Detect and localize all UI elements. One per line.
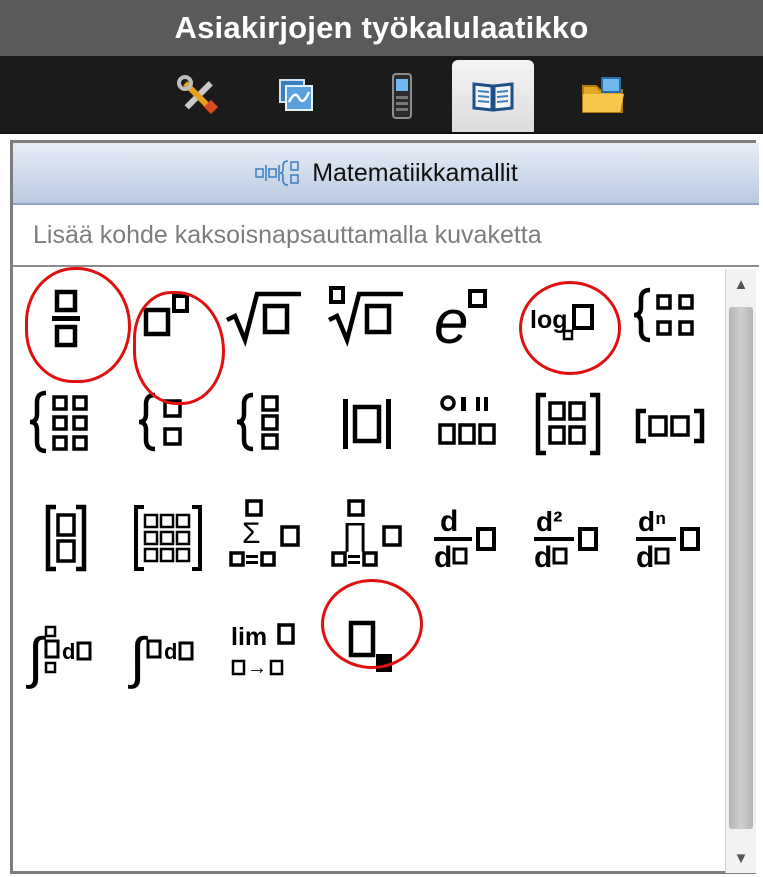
template-absolute-value[interactable] xyxy=(323,379,413,475)
integral2-glyph: ∫ xyxy=(128,626,148,689)
scrollbar-thumb[interactable] xyxy=(729,307,753,829)
handheld-icon xyxy=(392,73,412,119)
dx2-glyph: d xyxy=(534,541,552,574)
template-product[interactable]: ∏ xyxy=(323,491,413,587)
dn-glyph: dⁿ xyxy=(638,506,666,537)
folder-icon xyxy=(582,77,624,113)
toolbox-tab-bar xyxy=(0,56,763,134)
template-dms[interactable] xyxy=(423,379,513,475)
log-glyph: log xyxy=(530,306,568,334)
section-title: Matematiikkamallit xyxy=(312,158,518,187)
template-piecewise-n[interactable] xyxy=(21,379,111,475)
e-glyph: e xyxy=(434,288,468,357)
template-piecewise-2[interactable] xyxy=(625,269,715,365)
template-square-root[interactable] xyxy=(218,269,308,365)
template-subscript[interactable] xyxy=(333,605,423,701)
template-system-n[interactable] xyxy=(221,379,311,475)
math-templates-panel: Matematiikkamallit Lisää kohde kaksoisna… xyxy=(10,140,759,874)
integral2-d-glyph: d xyxy=(164,639,177,664)
template-system-2[interactable] xyxy=(123,379,213,475)
tab-content[interactable] xyxy=(566,62,642,130)
pi-glyph: ∏ xyxy=(342,516,368,552)
scroll-down-arrow-icon[interactable]: ▼ xyxy=(726,843,756,873)
instruction-hint: Lisää kohde kaksoisnapsauttamalla kuvake… xyxy=(13,205,759,267)
instruction-text: Lisää kohde kaksoisnapsauttamalla kuvake… xyxy=(33,220,542,249)
lim-glyph: lim xyxy=(231,623,267,651)
graph-icon xyxy=(279,79,313,111)
template-log[interactable]: log xyxy=(523,269,613,365)
template-fraction[interactable] xyxy=(21,269,111,365)
d-glyph: d xyxy=(440,505,458,538)
dxn-glyph: d xyxy=(636,541,654,574)
integral-glyph: ∫ xyxy=(26,626,46,689)
integral-d-glyph: d xyxy=(62,639,75,664)
template-grid: e log Σ ∏ d d d² d dⁿ d ∫ d ∫ d lim → xyxy=(13,269,729,873)
template-derivative[interactable]: d d xyxy=(423,491,513,587)
template-second-derivative[interactable]: d² d xyxy=(523,491,613,587)
template-definite-integral[interactable]: ∫ d xyxy=(21,605,111,701)
tab-tools[interactable] xyxy=(160,62,236,130)
template-limit[interactable]: lim → xyxy=(221,605,311,701)
math-templates-icon xyxy=(255,160,299,186)
tab-utilities[interactable] xyxy=(452,60,534,132)
template-nth-derivative[interactable]: dⁿ d xyxy=(625,491,715,587)
tab-handheld[interactable] xyxy=(364,62,440,130)
window-title-bar: Asiakirjojen työkalulaatikko xyxy=(0,0,763,56)
book-icon xyxy=(472,82,514,112)
template-matrix-2x2[interactable] xyxy=(523,379,613,475)
section-header-math-templates[interactable]: Matematiikkamallit xyxy=(13,143,759,205)
scroll-up-arrow-icon[interactable]: ▲ xyxy=(726,269,756,299)
template-e-power[interactable]: e xyxy=(423,269,513,365)
template-sum[interactable]: Σ xyxy=(221,491,311,587)
window-title: Asiakirjojen työkalulaatikko xyxy=(174,10,589,45)
sigma-glyph: Σ xyxy=(242,517,261,550)
d2-glyph: d² xyxy=(536,506,562,537)
tab-variables[interactable] xyxy=(258,62,334,130)
template-column-vector[interactable] xyxy=(21,491,111,587)
vertical-scrollbar[interactable]: ▲ ▼ xyxy=(725,269,756,873)
tools-icon xyxy=(177,75,219,115)
template-nth-root[interactable] xyxy=(320,269,410,365)
template-row-vector[interactable] xyxy=(625,379,715,475)
arrow-glyph: → xyxy=(247,657,267,679)
dx-glyph: d xyxy=(434,541,452,574)
template-matrix-mxn[interactable] xyxy=(123,491,213,587)
template-exponent[interactable] xyxy=(123,269,213,365)
template-indefinite-integral[interactable]: ∫ d xyxy=(123,605,213,701)
